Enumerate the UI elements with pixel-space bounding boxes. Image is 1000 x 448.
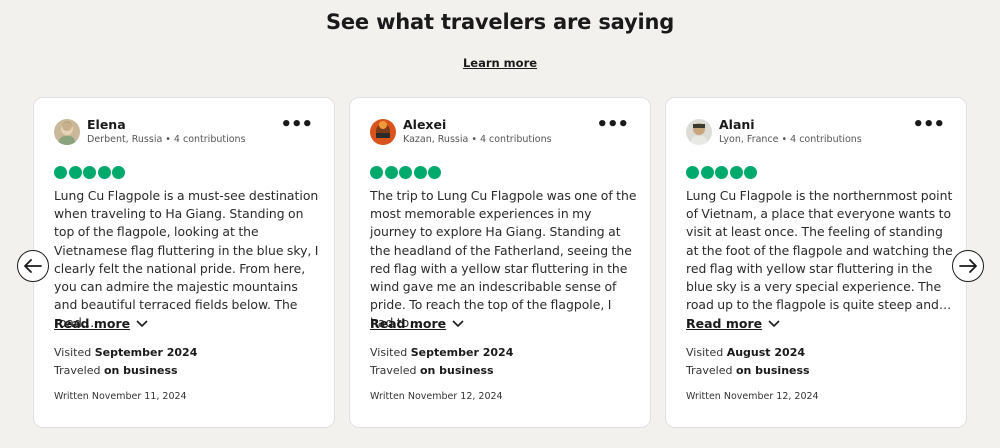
visited-date: September 2024	[94, 346, 198, 359]
visited-date: August 2024	[726, 346, 806, 359]
read-more-label: Read more	[370, 316, 447, 331]
reviewer-meta: Kazan, Russia • 4 contributions	[403, 134, 552, 145]
rating-bubble	[384, 166, 398, 179]
traveled-info: Traveled on business	[370, 364, 494, 377]
learn-more-link[interactable]: Learn more	[463, 56, 537, 70]
visited-prefix: Visited	[54, 346, 92, 359]
avatar[interactable]	[370, 119, 396, 145]
avatar[interactable]	[54, 119, 80, 145]
rating-bubble	[428, 166, 441, 179]
rating-bubble	[715, 166, 728, 179]
visited-prefix: Visited	[686, 346, 724, 359]
more-options-icon[interactable]: •••	[596, 116, 629, 134]
reviewer-meta: Lyon, France • 4 contributions	[719, 134, 862, 145]
bubble-rating-icon	[54, 166, 125, 179]
more-options-icon[interactable]: •••	[280, 116, 313, 134]
reviewer-name[interactable]: Elena	[87, 117, 126, 132]
reviewer-name[interactable]: Alani	[719, 117, 755, 132]
rating-bubble	[744, 166, 757, 179]
traveled-type: on business	[735, 364, 810, 377]
traveled-type: on business	[419, 364, 494, 377]
rating-bubble	[370, 166, 383, 179]
read-more-label: Read more	[686, 316, 763, 331]
visited-prefix: Visited	[370, 346, 408, 359]
visited-date: September 2024	[410, 346, 514, 359]
review-text: Lung Cu Flagpole is a must-see destinati…	[54, 188, 319, 331]
bubble-rating-icon	[370, 166, 441, 179]
arrow-right-icon	[959, 259, 977, 273]
traveled-prefix: Traveled	[686, 364, 733, 377]
visited-info: Visited September 2024	[54, 346, 197, 359]
more-options-icon[interactable]: •••	[912, 116, 945, 134]
rating-bubble	[83, 166, 96, 179]
rating-bubble	[686, 166, 699, 179]
rating-bubble	[54, 166, 67, 179]
rating-bubble	[729, 166, 743, 179]
traveled-prefix: Traveled	[54, 364, 101, 377]
chevron-down-icon	[452, 319, 464, 327]
chevron-down-icon	[136, 319, 148, 327]
arrow-left-icon	[24, 259, 42, 273]
rating-bubble	[112, 166, 125, 179]
written-date: Written November 11, 2024	[54, 391, 187, 402]
traveled-info: Traveled on business	[54, 364, 178, 377]
traveled-type: on business	[103, 364, 178, 377]
review-card: Alexei Kazan, Russia • 4 contributions •…	[349, 97, 651, 428]
written-date: Written November 12, 2024	[686, 391, 819, 402]
rating-bubble	[68, 166, 82, 179]
chevron-down-icon	[768, 319, 780, 327]
review-text: Lung Cu Flagpole is the northernmost poi…	[686, 188, 953, 313]
section-heading: See what travelers are saying	[325, 10, 675, 34]
visited-info: Visited September 2024	[370, 346, 513, 359]
read-more-label: Read more	[54, 316, 131, 331]
review-text: The trip to Lung Cu Flagpole was one of …	[370, 188, 637, 331]
review-card: Alani Lyon, France • 4 contributions •••…	[665, 97, 967, 428]
read-more-button[interactable]: Read more	[54, 316, 148, 331]
traveled-info: Traveled on business	[686, 364, 810, 377]
visited-info: Visited August 2024	[686, 346, 805, 359]
rating-bubble	[399, 166, 412, 179]
carousel-next-button[interactable]	[952, 250, 984, 282]
rating-bubble	[97, 166, 111, 179]
read-more-button[interactable]: Read more	[686, 316, 780, 331]
bubble-rating-icon	[686, 166, 757, 179]
written-date: Written November 12, 2024	[370, 391, 503, 402]
rating-bubble	[413, 166, 427, 179]
learn-more-link-wrap: Learn more	[0, 56, 1000, 70]
carousel-prev-button[interactable]	[17, 250, 49, 282]
avatar[interactable]	[686, 119, 712, 145]
traveled-prefix: Traveled	[370, 364, 417, 377]
read-more-button[interactable]: Read more	[370, 316, 464, 331]
reviewer-name[interactable]: Alexei	[403, 117, 446, 132]
review-card: Elena Derbent, Russia • 4 contributions …	[33, 97, 335, 428]
rating-bubble	[700, 166, 714, 179]
reviewer-meta: Derbent, Russia • 4 contributions	[87, 134, 246, 145]
